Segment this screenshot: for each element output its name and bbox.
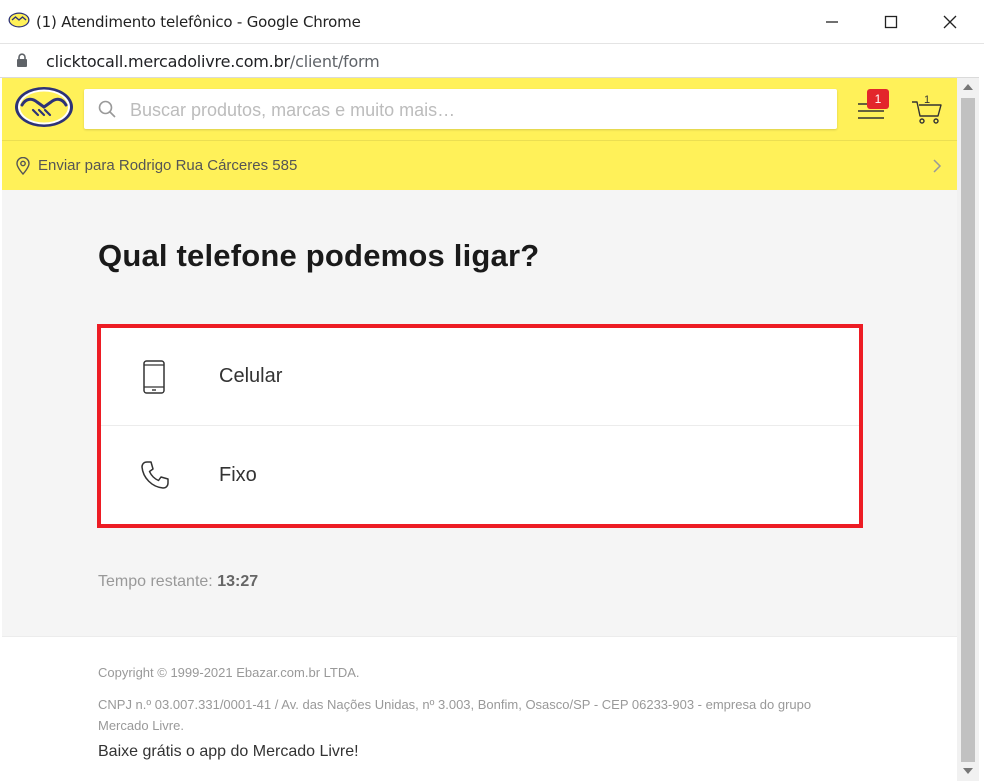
landline-phone-icon (141, 461, 169, 489)
chevron-right-icon (933, 159, 942, 173)
search-icon (98, 100, 116, 118)
option-label: Fixo (219, 464, 257, 486)
minimize-button[interactable] (818, 8, 846, 36)
url-path: /client/form (289, 52, 380, 71)
close-button[interactable] (936, 8, 964, 36)
download-app-link[interactable]: Baixe grátis o app do Mercado Livre! (98, 743, 359, 761)
search-bar[interactable] (84, 89, 837, 129)
maximize-icon (884, 15, 898, 29)
timer-value: 13:27 (217, 573, 259, 590)
lock-icon (17, 53, 27, 67)
mercadolivre-logo[interactable] (14, 86, 74, 128)
url-domain: clicktocall.mercadolivre.com.br (46, 52, 290, 71)
vertical-scrollbar[interactable] (957, 78, 979, 781)
search-input[interactable] (128, 97, 822, 123)
shipping-address-bar[interactable]: Enviar para Rodrigo Rua Cárceres 585 (2, 140, 957, 190)
address-bar[interactable]: clicktocall.mercadolivre.com.br/client/f… (0, 44, 984, 78)
notification-badge: 1 (867, 89, 889, 109)
window-title-bar: (1) Atendimento telefônico - Google Chro… (0, 0, 984, 44)
copyright-text: Copyright © 1999-2021 Ebazar.com.br LTDA… (98, 665, 360, 680)
option-celular[interactable]: Celular (101, 328, 859, 426)
page-footer: Copyright © 1999-2021 Ebazar.com.br LTDA… (2, 636, 957, 781)
mercadolivre-favicon-icon (8, 12, 30, 28)
page-viewport: 1 1 Enviar para Rodrigo Rua Cárceres 585… (2, 78, 957, 781)
cart-count: 1 (924, 94, 931, 106)
option-fixo[interactable]: Fixo (101, 427, 859, 525)
page-title: Qual telefone podemos ligar? (98, 238, 540, 273)
scrollbar-thumb[interactable] (961, 98, 975, 762)
window-border (979, 44, 984, 783)
url-text: clicktocall.mercadolivre.com.br/client/f… (46, 52, 380, 71)
scroll-down-arrow-icon[interactable] (963, 768, 973, 774)
option-label: Celular (219, 365, 283, 387)
timer-label: Tempo restante: (98, 573, 213, 590)
phone-type-options: Celular Fixo (97, 324, 863, 528)
shipping-address-text: Enviar para Rodrigo Rua Cárceres 585 (38, 157, 298, 174)
mobile-phone-icon (143, 360, 165, 394)
site-header: 1 1 (2, 78, 957, 140)
maximize-button[interactable] (877, 8, 905, 36)
minimize-icon (826, 21, 838, 23)
scroll-up-arrow-icon[interactable] (963, 84, 973, 90)
close-icon (943, 15, 957, 29)
remaining-time: Tempo restante: 13:27 (98, 573, 258, 591)
company-info-text: CNPJ n.º 03.007.331/0001-41 / Av. das Na… (98, 697, 812, 733)
window-title: (1) Atendimento telefônico - Google Chro… (36, 13, 361, 31)
location-pin-icon (16, 157, 30, 175)
